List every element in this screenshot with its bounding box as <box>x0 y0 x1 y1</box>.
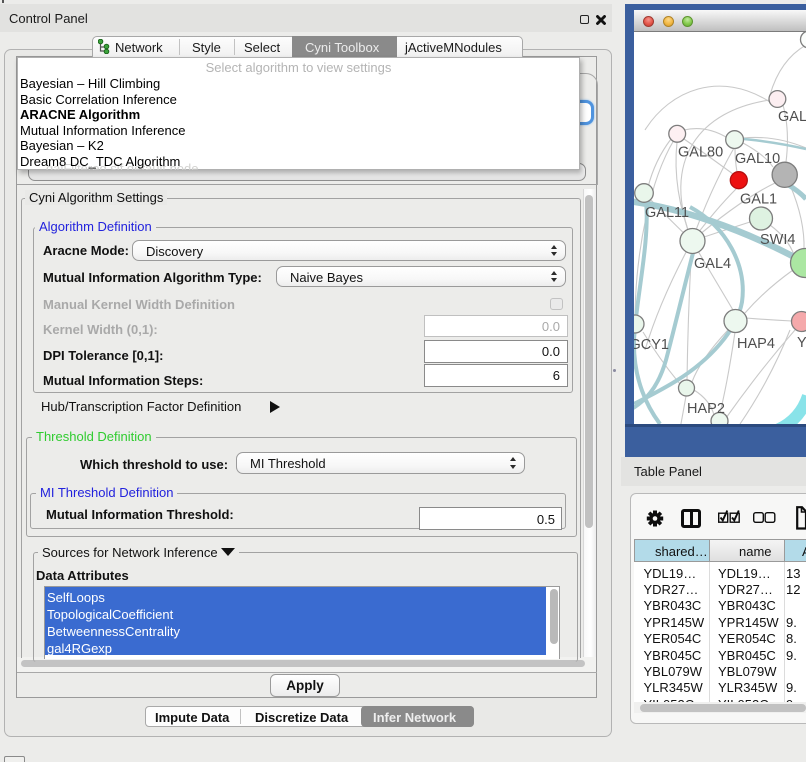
svg-text:GAL10: GAL10 <box>735 151 780 167</box>
svg-text:GAL4: GAL4 <box>694 256 731 272</box>
svg-text:GAL1: GAL1 <box>740 192 777 208</box>
svg-text:GAL80: GAL80 <box>678 145 723 161</box>
svg-text:YIL: YIL <box>797 335 806 351</box>
svg-text:GAL11: GAL11 <box>645 205 689 221</box>
svg-text:SWI4: SWI4 <box>760 232 795 248</box>
svg-text:HAP2: HAP2 <box>687 401 725 417</box>
svg-text:HAP4: HAP4 <box>737 336 775 352</box>
svg-text:GCY1: GCY1 <box>634 337 669 353</box>
svg-text:GAL7: GAL7 <box>778 109 806 125</box>
